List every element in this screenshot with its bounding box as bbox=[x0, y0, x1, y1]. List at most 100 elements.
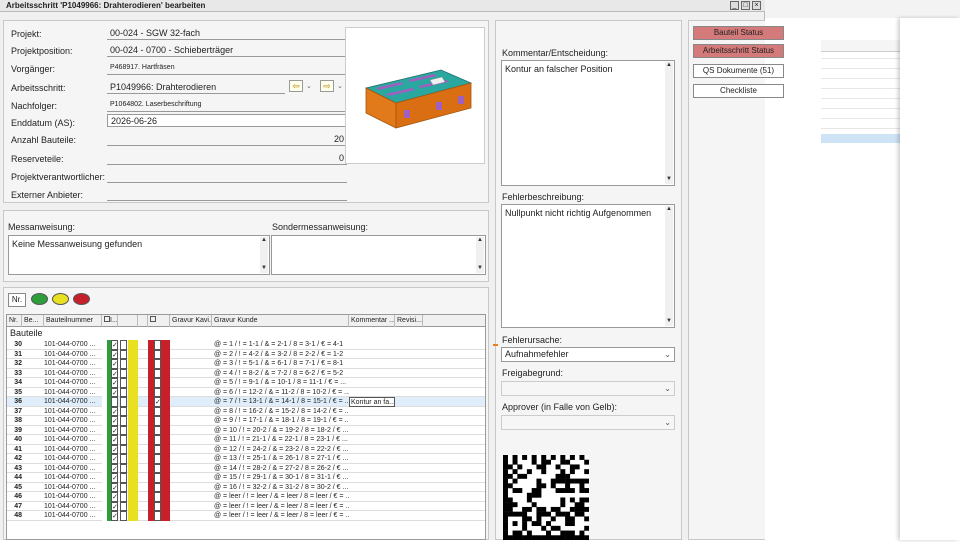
sondermessanweisung-textbox[interactable]: ▲ ▼ bbox=[271, 235, 486, 275]
green-checkbox[interactable]: ✓ bbox=[111, 444, 118, 454]
scroll-up-icon[interactable]: ▲ bbox=[476, 237, 484, 245]
green-checkbox[interactable]: ✓ bbox=[111, 359, 118, 369]
row-kommentar[interactable]: Kontur an fa... bbox=[349, 397, 395, 407]
table-row[interactable]: 44 101-044-0700 ... ✓ @ = 15 / ! = 29-1 / &… bbox=[7, 473, 485, 483]
col-bauteilnummer[interactable]: Bauteilnummer bbox=[44, 315, 102, 327]
bauteil-status-button[interactable]: Bauteil Status bbox=[693, 26, 784, 40]
table-row[interactable]: 46 101-044-0700 ... ✓ @ = leer / ! = leer /… bbox=[7, 492, 485, 502]
table-row[interactable]: 32 101-044-0700 ... ✓ @ = 3 / ! = 5-1 / & =… bbox=[7, 359, 485, 369]
table-row[interactable]: 45 101-044-0700 ... ✓ @ = 16 / ! = 32-2 / &… bbox=[7, 482, 485, 492]
kommentar-textbox[interactable]: Kontur an falscher Position ▲ ▼ bbox=[501, 60, 675, 186]
col-i[interactable]: I... bbox=[102, 315, 118, 327]
green-checkbox[interactable]: ✓ bbox=[111, 482, 118, 492]
yellow-checkbox[interactable] bbox=[120, 425, 127, 435]
red-checkbox[interactable] bbox=[154, 463, 161, 473]
yellow-checkbox[interactable] bbox=[120, 435, 127, 445]
yellow-checkbox[interactable] bbox=[120, 397, 127, 407]
yellow-checkbox[interactable] bbox=[120, 349, 127, 359]
table-row[interactable]: 31 101-044-0700 ... ✓ @ = 2 / ! = 4-2 / & =… bbox=[7, 349, 485, 359]
table-row[interactable]: 40 101-044-0700 ... ✓ @ = 11 / ! = 21-1 / &… bbox=[7, 435, 485, 445]
red-checkbox[interactable] bbox=[154, 425, 161, 435]
yellow-checkbox[interactable] bbox=[120, 463, 127, 473]
col-red[interactable] bbox=[148, 315, 170, 327]
green-checkbox[interactable]: ✓ bbox=[111, 473, 118, 483]
fehlerursache-select[interactable]: Aufnahmefehler ⌄ bbox=[501, 347, 675, 362]
fehlerbeschreibung-textbox[interactable]: Nullpunkt nicht richtig Aufgenommen ▲ ▼ bbox=[501, 204, 675, 328]
table-row[interactable]: 48 101-044-0700 ... ✓ @ = leer / ! = leer /… bbox=[7, 511, 485, 521]
table-row[interactable]: 30 101-044-0700 ... ✓ @ = 1 / ! = 1-1 / & =… bbox=[7, 340, 485, 350]
green-checkbox[interactable]: ✓ bbox=[111, 340, 118, 350]
red-checkbox[interactable] bbox=[154, 349, 161, 359]
verantwortlicher-value[interactable] bbox=[107, 170, 347, 183]
red-filter-button[interactable] bbox=[73, 293, 90, 305]
scrollbar[interactable]: ▲ ▼ bbox=[665, 206, 673, 326]
yellow-checkbox[interactable] bbox=[120, 359, 127, 369]
green-checkbox[interactable] bbox=[111, 397, 118, 407]
scroll-up-icon[interactable]: ▲ bbox=[665, 62, 673, 70]
green-checkbox[interactable]: ✓ bbox=[111, 387, 118, 397]
scroll-down-icon[interactable]: ▼ bbox=[665, 318, 673, 326]
red-checkbox[interactable] bbox=[154, 454, 161, 464]
yellow-checkbox[interactable] bbox=[120, 340, 127, 350]
red-checkbox[interactable] bbox=[154, 416, 161, 426]
green-checkbox[interactable]: ✓ bbox=[111, 463, 118, 473]
arbeitsschritt-status-button[interactable]: Arbeitsschritt Status bbox=[693, 44, 784, 58]
table-row[interactable]: 41 101-044-0700 ... ✓ @ = 12 / ! = 24-2 / &… bbox=[7, 444, 485, 454]
table-row[interactable]: 42 101-044-0700 ... ✓ @ = 13 / ! = 25-1 / &… bbox=[7, 454, 485, 464]
scroll-down-icon[interactable]: ▼ bbox=[665, 176, 673, 184]
yellow-filter-button[interactable] bbox=[52, 293, 69, 305]
yellow-checkbox[interactable] bbox=[120, 444, 127, 454]
red-checkbox[interactable] bbox=[154, 359, 161, 369]
red-checkbox[interactable] bbox=[154, 473, 161, 483]
yellow-checkbox[interactable] bbox=[120, 492, 127, 502]
table-row[interactable]: 47 101-044-0700 ... ✓ @ = leer / ! = leer /… bbox=[7, 501, 485, 511]
green-checkbox[interactable]: ✓ bbox=[111, 435, 118, 445]
col-yellow[interactable] bbox=[138, 315, 148, 327]
nachfolger-value[interactable]: P1064802. Laserbeschriftung bbox=[107, 99, 347, 112]
table-row[interactable]: 38 101-044-0700 ... ✓ @ = 9 / ! = 17-1 / & … bbox=[7, 416, 485, 426]
maximize-icon[interactable]: □ bbox=[741, 1, 750, 10]
scrollbar[interactable]: ▲ ▼ bbox=[476, 237, 484, 273]
green-checkbox[interactable]: ✓ bbox=[111, 511, 118, 521]
yellow-checkbox[interactable] bbox=[120, 454, 127, 464]
red-checkbox[interactable] bbox=[154, 444, 161, 454]
yellow-checkbox[interactable] bbox=[120, 406, 127, 416]
green-checkbox[interactable]: ✓ bbox=[111, 406, 118, 416]
qs-dokumente-button[interactable]: QS Dokumente (51) bbox=[693, 64, 784, 78]
table-row[interactable]: 36 101-044-0700 ... ✓ @ = 7 / ! = 13-1 / & … bbox=[7, 397, 485, 407]
chevron-down-icon[interactable]: ⌄ bbox=[306, 82, 312, 90]
minimize-icon[interactable]: _ bbox=[730, 1, 739, 10]
table-row[interactable]: 37 101-044-0700 ... ✓ @ = 8 / ! = 16-2 / & … bbox=[7, 406, 485, 416]
group-header[interactable]: Bauteile bbox=[10, 328, 43, 338]
green-filter-button[interactable] bbox=[31, 293, 48, 305]
yellow-checkbox[interactable] bbox=[120, 368, 127, 378]
table-row[interactable]: 43 101-044-0700 ... ✓ @ = 14 / ! = 28-2 / &… bbox=[7, 463, 485, 473]
green-checkbox[interactable]: ✓ bbox=[111, 378, 118, 388]
red-checkbox[interactable] bbox=[154, 492, 161, 502]
scrollbar[interactable]: ▲ ▼ bbox=[665, 62, 673, 184]
table-row[interactable]: 39 101-044-0700 ... ✓ @ = 10 / ! = 20-2 / &… bbox=[7, 425, 485, 435]
red-checkbox[interactable] bbox=[154, 387, 161, 397]
red-checkbox[interactable] bbox=[154, 378, 161, 388]
red-checkbox[interactable] bbox=[154, 501, 161, 511]
red-checkbox[interactable] bbox=[154, 406, 161, 416]
green-checkbox[interactable]: ✓ bbox=[111, 416, 118, 426]
red-checkbox[interactable]: ✓ bbox=[154, 397, 161, 407]
close-icon[interactable]: × bbox=[752, 1, 761, 10]
green-checkbox[interactable]: ✓ bbox=[111, 349, 118, 359]
scroll-down-icon[interactable]: ▼ bbox=[476, 265, 484, 273]
next-step-button[interactable]: ⇨ bbox=[320, 80, 334, 92]
yellow-checkbox[interactable] bbox=[120, 378, 127, 388]
col-kommentar[interactable]: Kommentar ... bbox=[349, 315, 395, 327]
scroll-down-icon[interactable]: ▼ bbox=[260, 265, 268, 273]
scroll-up-icon[interactable]: ▲ bbox=[665, 206, 673, 214]
col-revision[interactable]: Revisi... bbox=[395, 315, 423, 327]
yellow-checkbox[interactable] bbox=[120, 387, 127, 397]
yellow-checkbox[interactable] bbox=[120, 416, 127, 426]
table-row[interactable]: 34 101-044-0700 ... ✓ @ = 5 / ! = 9-1 / & =… bbox=[7, 378, 485, 388]
red-checkbox[interactable] bbox=[154, 340, 161, 350]
red-checkbox[interactable] bbox=[154, 482, 161, 492]
col-gravur-kavitaet[interactable]: Gravur Kavi... bbox=[170, 315, 212, 327]
table-row[interactable]: 33 101-044-0700 ... ✓ @ = 4 / ! = 8-2 / & =… bbox=[7, 368, 485, 378]
nr-sort-button[interactable]: Nr. bbox=[8, 293, 26, 307]
